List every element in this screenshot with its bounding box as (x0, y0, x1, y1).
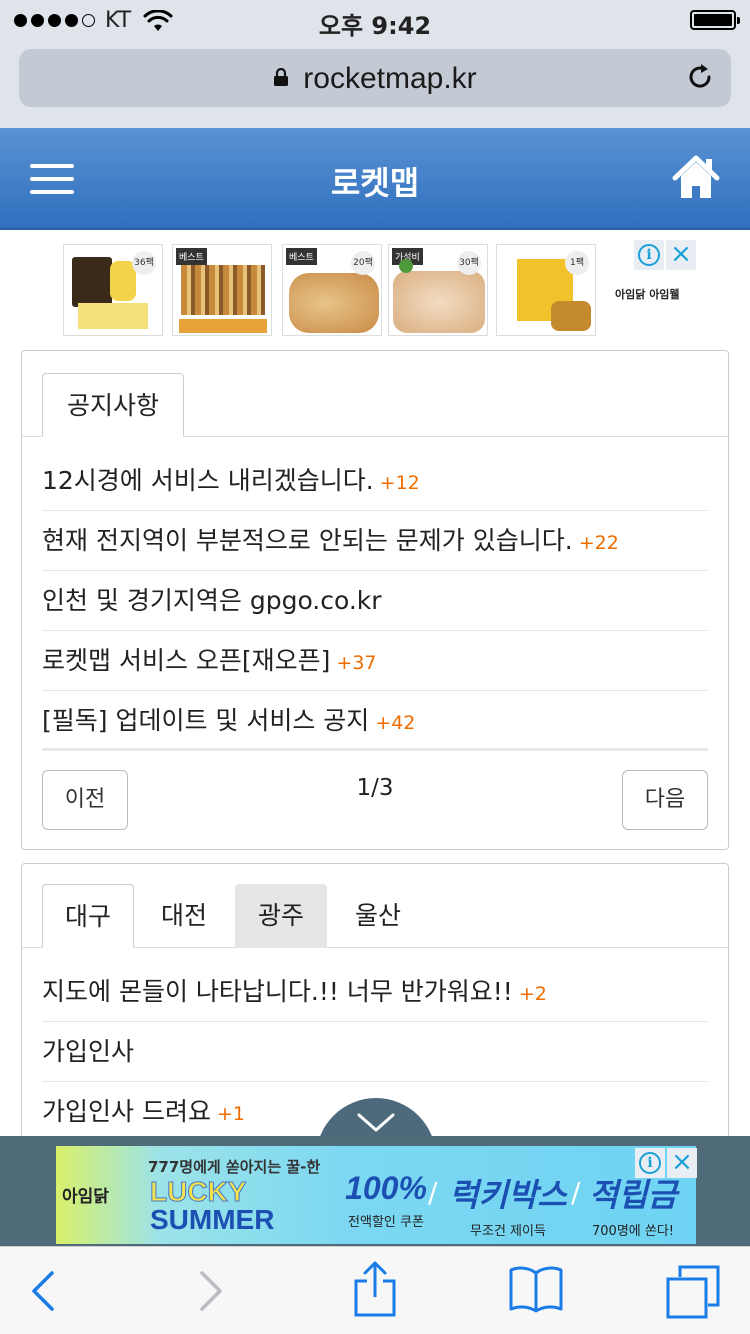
browser-top-bar: rocketmap.kr (0, 40, 750, 128)
url-text: rocketmap.kr (303, 62, 477, 95)
list-item[interactable]: 지도에 몬들이 나타납니다.!! 너무 반가워요!! +2 (42, 962, 708, 1022)
tab-daejeon[interactable]: 대전 (138, 884, 230, 948)
ad-divider: / (428, 1176, 438, 1209)
ad-offer-small: 700명에 쏜다! (592, 1224, 674, 1239)
ad-controls: i × (635, 1148, 697, 1178)
comment-count: +12 (379, 472, 420, 494)
ad-badge: 1팩 (565, 251, 589, 275)
ad-subtitle: 777명에게 쏟아지는 꿀-한 (148, 1158, 321, 1176)
list-item[interactable]: 로켓맵 서비스 오픈[재오픈] +37 (42, 631, 708, 691)
status-bar: KT 오후 9:42 (0, 0, 750, 40)
home-icon[interactable] (672, 154, 720, 200)
list-item[interactable]: 현재 전지역이 부분적으로 안되는 문제가 있습니다. +22 (42, 511, 708, 571)
post-title: 현재 전지역이 부분적으로 안되는 문제가 있습니다. (42, 526, 573, 555)
ad-offer-big: 럭키박스 (449, 1177, 567, 1213)
ad-close-icon[interactable]: × (666, 240, 696, 270)
chevron-left-icon[interactable] (30, 1269, 56, 1313)
ad-product-tile[interactable]: 36팩 (63, 244, 163, 336)
browser-toolbar (0, 1246, 750, 1334)
ad-badge: 30팩 (457, 251, 481, 275)
list-item[interactable]: 12시경에 서비스 내리겠습니다. +12 (42, 451, 708, 511)
reload-icon[interactable] (685, 62, 715, 92)
ad-info-icon[interactable]: i (634, 240, 664, 270)
ad-tag: 베스트 (176, 248, 207, 265)
site-header: 로켓맵 (0, 128, 750, 230)
ad-offer: 럭키박스 무조건 제이득 (438, 1170, 578, 1239)
comment-count: +42 (375, 712, 416, 734)
comment-count: +1 (216, 1103, 245, 1125)
post-title: 지도에 몬들이 나타납니다.!! 너무 반가워요!! (42, 977, 513, 1006)
ad-summer-text: SUMMER (150, 1204, 275, 1235)
site-title[interactable]: 로켓맵 (0, 158, 750, 204)
ad-product-tile[interactable]: 가성비 30팩 (388, 244, 488, 336)
url-display[interactable]: rocketmap.kr (19, 62, 731, 96)
next-button[interactable]: 다음 (622, 770, 708, 830)
ad-product-tile[interactable]: 1팩 (496, 244, 596, 336)
ad-controls: i × (634, 240, 696, 270)
tab-daegu[interactable]: 대구 (42, 884, 134, 948)
notice-board: 공지사항 12시경에 서비스 내리겠습니다. +12 현재 전지역이 부분적으로 … (21, 350, 729, 850)
clock: 오후 9:42 (318, 12, 432, 40)
post-title: 12시경에 서비스 내리겠습니다. (42, 466, 374, 495)
bottom-ad-banner[interactable]: 아임닭 777명에게 쏟아지는 꿀-한 LUCKY SUMMER 100% 전액… (56, 1146, 696, 1244)
battery-icon (690, 10, 740, 30)
ad-brand-logo: 아임닭 아임웰 (615, 288, 680, 301)
post-title: 가입인사 (42, 1037, 135, 1066)
ad-product-tile[interactable]: 베스트 (172, 244, 272, 336)
tabs-icon[interactable] (666, 1265, 720, 1319)
ad-offer-small: 무조건 제이득 (470, 1224, 546, 1239)
ad-badge: 20팩 (351, 251, 375, 275)
ad-offer-small: 전액할인 쿠폰 (348, 1215, 424, 1230)
tab-ulsan[interactable]: 울산 (332, 884, 424, 948)
post-title: 인천 및 경기지역은 gpgo.co.kr (42, 586, 382, 615)
ad-offer: 적립금 700명에 쏜다! (578, 1170, 688, 1239)
list-item[interactable]: 가입인사 (42, 1022, 708, 1082)
chevron-right-icon[interactable] (198, 1269, 224, 1313)
post-title: [필독] 업데이트 및 서비스 공지 (42, 706, 370, 735)
tab-notice[interactable]: 공지사항 (42, 373, 184, 437)
comment-count: +2 (518, 983, 547, 1005)
lock-icon (274, 68, 289, 87)
chevron-down-icon (357, 1113, 395, 1132)
tab-gwangju[interactable]: 광주 (235, 884, 327, 948)
post-title: 가입인사 드려요 (42, 1097, 211, 1126)
ad-tag: 베스트 (286, 248, 317, 265)
post-title: 로켓맵 서비스 오픈[재오픈] (42, 646, 331, 675)
comment-count: +22 (578, 532, 619, 554)
bottom-ad-bar: 아임닭 777명에게 쏟아지는 꿀-한 LUCKY SUMMER 100% 전액… (0, 1136, 750, 1246)
list-item[interactable]: [필독] 업데이트 및 서비스 공지 +42 (42, 691, 708, 751)
ad-close-icon[interactable]: × (667, 1148, 697, 1178)
address-bar[interactable]: rocketmap.kr (19, 49, 731, 107)
ad-info-icon[interactable]: i (635, 1148, 665, 1178)
book-icon[interactable] (508, 1265, 564, 1313)
ad-product-tile[interactable]: 베스트 20팩 (282, 244, 382, 336)
ad-badge: 36팩 (132, 251, 156, 275)
list-item[interactable]: 인천 및 경기지역은 gpgo.co.kr (42, 571, 708, 631)
top-ad-banner[interactable]: 36팩 베스트 베스트 20팩 가성비 30팩 1팩 i × 아임닭 아임웰 (0, 236, 750, 340)
share-icon[interactable] (352, 1261, 398, 1317)
comment-count: +37 (336, 652, 377, 674)
ad-logo: 아임닭 (62, 1187, 109, 1207)
